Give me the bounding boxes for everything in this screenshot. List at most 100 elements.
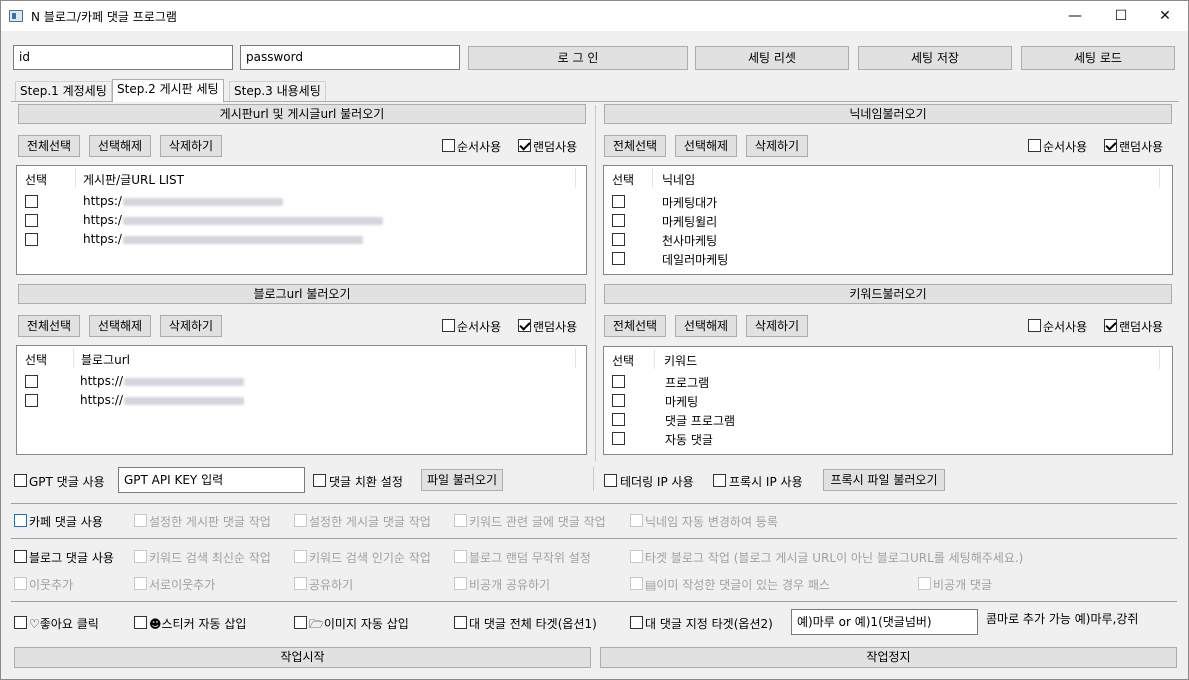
close-button[interactable]: ✕: [1142, 1, 1188, 31]
keyword-panel-header[interactable]: 키워드불러오기: [604, 284, 1172, 304]
nickname-select-all-button[interactable]: 전체선택: [604, 135, 666, 157]
nickname-random-checkbox[interactable]: [1104, 139, 1117, 152]
nickname-panel-header[interactable]: 닉네임불러오기: [604, 104, 1172, 124]
share-checkbox[interactable]: [294, 577, 307, 590]
board-row[interactable]: https:/: [83, 213, 383, 227]
blog-row[interactable]: https://: [80, 393, 245, 407]
board-sequential-checkbox[interactable]: [442, 139, 455, 152]
tethering-ip-checkbox[interactable]: [604, 474, 617, 487]
blog-random-checkbox[interactable]: [454, 550, 467, 563]
board-delete-button[interactable]: 삭제하기: [160, 135, 222, 157]
blog-url-list[interactable]: 선택 블로그url https:// https://: [16, 345, 587, 455]
mutual-neighbor-checkbox[interactable]: [134, 577, 147, 590]
keyword-row-checkbox[interactable]: [612, 432, 625, 445]
nickname-list[interactable]: 선택 닉네임 마케팅대가 마케팅윌리 천사마케팅 데일러마케팅: [603, 165, 1173, 275]
blog-select-all-button[interactable]: 전체선택: [18, 315, 80, 337]
gpt-comment-checkbox[interactable]: [14, 474, 27, 487]
settings-load-button[interactable]: 세팅 로드: [1021, 46, 1175, 70]
col-sep: [575, 348, 576, 368]
private-comment-checkbox[interactable]: [918, 577, 931, 590]
tab-step1[interactable]: Step.1 계정세팅: [15, 81, 112, 101]
nickname-row-checkbox[interactable]: [612, 252, 625, 265]
board-row[interactable]: https:/: [83, 232, 363, 246]
image-insert-checkbox[interactable]: [294, 616, 307, 629]
blog-keyword-latest-checkbox[interactable]: [134, 550, 147, 563]
keyword-row-checkbox[interactable]: [612, 375, 625, 388]
cafe-nickname-change-checkbox[interactable]: [630, 514, 643, 527]
col-sep: [75, 168, 76, 188]
reply-all-target-checkbox[interactable]: [454, 616, 467, 629]
blog-random-checkbox[interactable]: [518, 319, 531, 332]
keyword-list[interactable]: 선택 키워드 프로그램 마케팅 댓글 프로그램 자동 댓글: [603, 346, 1173, 455]
keyword-row[interactable]: 마케팅: [665, 393, 698, 410]
board-select-all-button[interactable]: 전체선택: [18, 135, 80, 157]
keyword-delete-button[interactable]: 삭제하기: [746, 315, 808, 337]
id-input[interactable]: id: [13, 45, 233, 70]
nickname-row-checkbox[interactable]: [612, 233, 625, 246]
blog-row[interactable]: https://: [80, 374, 245, 388]
board-panel-header[interactable]: 게시판url 및 게시글url 불러오기: [18, 104, 586, 124]
reply-specific-target-checkbox[interactable]: [630, 616, 643, 629]
tab-step2[interactable]: Step.2 게시판 세팅: [112, 79, 224, 102]
skip-commented-checkbox[interactable]: [630, 577, 643, 590]
blog-deselect-button[interactable]: 선택해제: [89, 315, 151, 337]
nickname-sequential-checkbox[interactable]: [1028, 139, 1041, 152]
blog-row-checkbox[interactable]: [25, 375, 38, 388]
gpt-api-key-input[interactable]: GPT API KEY 입력: [118, 467, 305, 493]
reply-target-input[interactable]: 예)마루 or 예)1(댓글넘버): [791, 609, 978, 635]
keyword-deselect-button[interactable]: 선택해제: [675, 315, 737, 337]
start-button[interactable]: 작업시작: [14, 647, 591, 668]
nickname-row[interactable]: 천사마케팅: [662, 232, 717, 249]
nickname-delete-button[interactable]: 삭제하기: [746, 135, 808, 157]
board-row-checkbox[interactable]: [25, 195, 38, 208]
private-share-checkbox[interactable]: [454, 577, 467, 590]
settings-save-button[interactable]: 세팅 저장: [858, 46, 1012, 70]
cafe-comment-checkbox[interactable]: [14, 514, 27, 527]
neighbor-add-checkbox[interactable]: [14, 577, 27, 590]
like-click-checkbox[interactable]: [14, 616, 27, 629]
blog-target-checkbox[interactable]: [630, 550, 643, 563]
nickname-row-checkbox[interactable]: [612, 214, 625, 227]
blog-panel-header[interactable]: 블로그url 불러오기: [18, 284, 586, 304]
password-input[interactable]: password: [240, 45, 460, 70]
blog-comment-checkbox[interactable]: [14, 550, 27, 563]
nickname-row[interactable]: 마케팅윌리: [662, 213, 717, 230]
login-button[interactable]: 로 그 인: [468, 46, 688, 70]
board-row-checkbox[interactable]: [25, 233, 38, 246]
board-row-checkbox[interactable]: [25, 214, 38, 227]
maximize-button[interactable]: ☐: [1098, 1, 1144, 31]
board-url-list[interactable]: 선택 게시판/글URL LIST https:/ https:/ https:/: [16, 165, 587, 275]
sticker-insert-checkbox[interactable]: [134, 616, 147, 629]
nickname-row-checkbox[interactable]: [612, 195, 625, 208]
cafe-board-comment-checkbox[interactable]: [134, 514, 147, 527]
keyword-row[interactable]: 자동 댓글: [665, 431, 713, 448]
board-deselect-button[interactable]: 선택해제: [89, 135, 151, 157]
comment-replace-checkbox[interactable]: [313, 474, 326, 487]
keyword-row-checkbox[interactable]: [612, 413, 625, 426]
settings-reset-button[interactable]: 세팅 리셋: [695, 46, 849, 70]
keyword-random-checkbox[interactable]: [1104, 319, 1117, 332]
board-row[interactable]: https:/: [83, 194, 283, 208]
keyword-select-all-button[interactable]: 전체선택: [604, 315, 666, 337]
proxy-file-load-button[interactable]: 프록시 파일 불러오기: [823, 469, 945, 491]
stop-button[interactable]: 작업정지: [600, 647, 1177, 668]
keyword-row-checkbox[interactable]: [612, 394, 625, 407]
blog-sequential-checkbox[interactable]: [442, 319, 455, 332]
cafe-post-comment-checkbox[interactable]: [294, 514, 307, 527]
keyword-row[interactable]: 프로그램: [665, 374, 709, 391]
redacted-text: [122, 235, 363, 244]
file-load-button[interactable]: 파일 불러오기: [421, 469, 503, 491]
minimize-button[interactable]: —: [1052, 1, 1098, 31]
keyword-row[interactable]: 댓글 프로그램: [665, 412, 735, 429]
nickname-deselect-button[interactable]: 선택해제: [675, 135, 737, 157]
board-random-checkbox[interactable]: [518, 139, 531, 152]
blog-keyword-popular-checkbox[interactable]: [294, 550, 307, 563]
keyword-sequential-checkbox[interactable]: [1028, 319, 1041, 332]
proxy-ip-checkbox[interactable]: [713, 474, 726, 487]
tab-step3[interactable]: Step.3 내용세팅: [229, 81, 326, 101]
blog-row-checkbox[interactable]: [25, 394, 38, 407]
cafe-keyword-comment-checkbox[interactable]: [454, 514, 467, 527]
nickname-row[interactable]: 마케팅대가: [662, 194, 717, 211]
blog-delete-button[interactable]: 삭제하기: [160, 315, 222, 337]
nickname-row[interactable]: 데일러마케팅: [662, 251, 728, 268]
